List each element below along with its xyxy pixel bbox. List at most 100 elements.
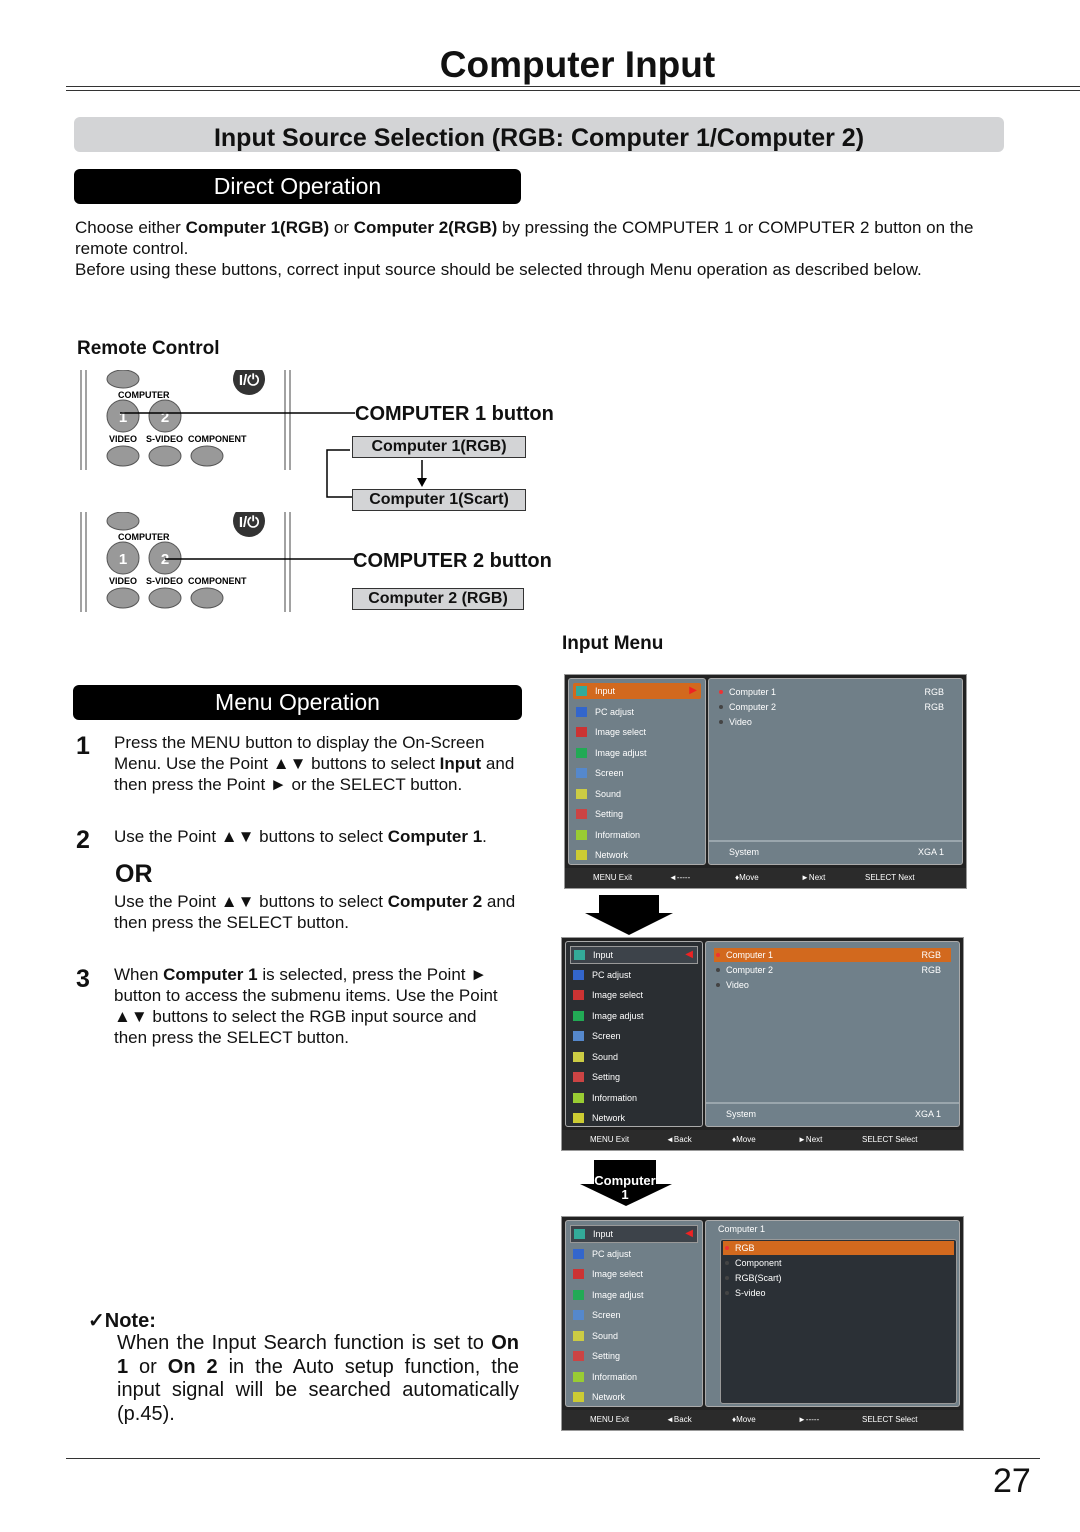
menu-item-network[interactable]: Network — [570, 1389, 698, 1405]
menu-item-sound[interactable]: Sound — [570, 1328, 698, 1344]
direct-operation-heading: Direct Operation — [74, 169, 521, 204]
menu-item-label: Sound — [592, 1051, 619, 1062]
or-label: OR — [115, 860, 153, 888]
footer-divider — [66, 1458, 1040, 1459]
menu-item-network[interactable]: Network — [570, 1110, 698, 1126]
page-number: 27 — [993, 1462, 1031, 1500]
menu-option-computer-2[interactable]: Computer 2 RGB — [717, 700, 954, 714]
option-label: RGB — [735, 1243, 755, 1253]
image-select-icon — [573, 1269, 584, 1279]
menu-option-video[interactable]: Video — [714, 978, 951, 992]
arrow-right-icon: ▶ — [689, 685, 697, 696]
menu-option-component[interactable]: Component — [723, 1256, 954, 1270]
direct-paragraph-1: Choose either Computer 1(RGB) or Compute… — [75, 218, 974, 258]
step-2-alt-text: Use the Point ▲▼ buttons to select Compu… — [114, 892, 516, 932]
menu-item-information[interactable]: Information — [570, 1090, 698, 1106]
menu-option-computer-2[interactable]: Computer 2 RGB — [714, 963, 951, 977]
menu-item-sound[interactable]: Sound — [570, 1049, 698, 1065]
radio-icon — [716, 953, 720, 957]
footer-hint: ◄----- — [669, 873, 691, 882]
menu-item-sound[interactable]: Sound — [573, 786, 701, 802]
setting-icon — [573, 1072, 584, 1082]
radio-icon — [719, 690, 723, 694]
menu-item-setting[interactable]: Setting — [570, 1069, 698, 1085]
option-value: RGB — [924, 702, 944, 712]
sound-icon — [573, 1051, 584, 1062]
footer-hint: ♦Move — [732, 1135, 756, 1144]
menu-option-s-video[interactable]: S-video — [723, 1286, 954, 1300]
menu-left-panel: Input ◀ PC adjust Image select Image adjust S… — [565, 941, 703, 1127]
menu-option-computer-1[interactable]: Computer 1 RGB — [717, 685, 954, 699]
menu-item-network[interactable]: Network — [573, 847, 701, 863]
option-label: Computer 1 — [726, 950, 774, 960]
image-adjust-icon — [573, 1010, 584, 1021]
setting-icon — [576, 809, 587, 819]
network-icon — [573, 1113, 584, 1123]
menu-item-label: Network — [595, 850, 629, 860]
menu-right-panel: Computer 1 RGB Computer 2 RGB Video System XGA… — [705, 941, 960, 1127]
menu-item-setting[interactable]: Setting — [570, 1348, 698, 1364]
remote-control-heading: Remote Control — [77, 338, 220, 359]
menu-operation-heading: Menu Operation — [73, 685, 522, 720]
computer-1-scart-box: Computer 1(Scart) — [352, 489, 526, 511]
menu-item-input[interactable]: Input ◀ — [570, 1225, 698, 1243]
menu-item-label: PC adjust — [592, 1248, 632, 1259]
radio-icon — [719, 705, 723, 709]
menu-item-image-adjust[interactable]: Image adjust — [570, 1008, 698, 1024]
system-label: System — [726, 1109, 757, 1119]
setting-icon — [573, 1351, 584, 1361]
radio-icon — [725, 1246, 729, 1250]
menu-option-rgb-scart-[interactable]: RGB(Scart) — [723, 1271, 954, 1285]
arrow-label: Computer 1 — [594, 1173, 656, 1202]
option-label: Video — [729, 717, 752, 727]
menu-item-screen[interactable]: Screen — [573, 765, 701, 781]
menu-item-image-select[interactable]: Image select — [570, 1266, 698, 1282]
menu-item-pc-adjust[interactable]: PC adjust — [570, 1246, 698, 1262]
system-row: System XGA 1 — [706, 1102, 959, 1126]
menu-item-label: Input — [593, 950, 614, 960]
menu-item-pc-adjust[interactable]: PC adjust — [570, 967, 698, 983]
option-label: Computer 2 — [729, 702, 777, 712]
computer-1-rgb-box: Computer 1(RGB) — [352, 436, 526, 458]
down-arrow-icon — [585, 895, 673, 935]
menu-item-information[interactable]: Information — [573, 827, 701, 843]
arrow-down-icon — [417, 460, 427, 487]
option-label: S-video — [735, 1288, 766, 1298]
system-value: XGA 1 — [917, 847, 944, 857]
menu-item-label: Screen — [592, 1310, 621, 1320]
menu-item-label: Setting — [592, 1351, 621, 1361]
pc-adjust-icon — [573, 1248, 584, 1259]
menu-item-image-select[interactable]: Image select — [570, 987, 698, 1003]
callout-lines — [120, 412, 358, 560]
option-label: Video — [726, 980, 749, 990]
menu-item-pc-adjust[interactable]: PC adjust — [573, 704, 701, 720]
menu-item-screen[interactable]: Screen — [570, 1028, 698, 1044]
system-value: XGA 1 — [914, 1109, 941, 1119]
menu-item-label: Image adjust — [592, 1010, 644, 1021]
menu-item-input[interactable]: Input ▶ — [573, 683, 701, 699]
menu-item-image-adjust[interactable]: Image adjust — [570, 1287, 698, 1303]
footer-hint: ►Next — [801, 873, 826, 882]
menu-item-input[interactable]: Input ◀ — [570, 946, 698, 964]
menu-item-label: PC adjust — [592, 969, 632, 980]
menu-item-image-select[interactable]: Image select — [573, 724, 701, 740]
input-icon — [574, 950, 585, 960]
arrow-left-icon: ◀ — [685, 1228, 693, 1239]
menu-item-label: Input — [595, 686, 616, 696]
footer-hint: ♦Move — [732, 1415, 756, 1424]
menu-option-video[interactable]: Video — [717, 715, 954, 729]
menu-item-image-adjust[interactable]: Image adjust — [573, 745, 701, 761]
system-label: System — [729, 847, 760, 857]
menu-footer: MENU Exit ◄----- ♦Move ►Next SELECT Next — [565, 868, 966, 888]
menu-item-information[interactable]: Information — [570, 1369, 698, 1385]
submenu-panel: RGB Component RGB(Scart) S-video — [720, 1239, 957, 1404]
manual-page: Computer Input Input Source Selection (R… — [0, 0, 1080, 1532]
menu-right-panel: Computer 1 RGB Component RGB(Scart) S-video — [705, 1220, 960, 1407]
menu-item-setting[interactable]: Setting — [573, 806, 701, 822]
menu-option-rgb[interactable]: RGB — [723, 1241, 954, 1255]
input-menu-screen-1: Input ▶ PC adjust Image select Image adjust S… — [564, 674, 967, 889]
menu-item-screen[interactable]: Screen — [570, 1307, 698, 1323]
radio-icon — [725, 1291, 729, 1295]
menu-option-computer-1[interactable]: Computer 1 RGB — [714, 948, 951, 962]
option-value: RGB — [921, 950, 941, 960]
